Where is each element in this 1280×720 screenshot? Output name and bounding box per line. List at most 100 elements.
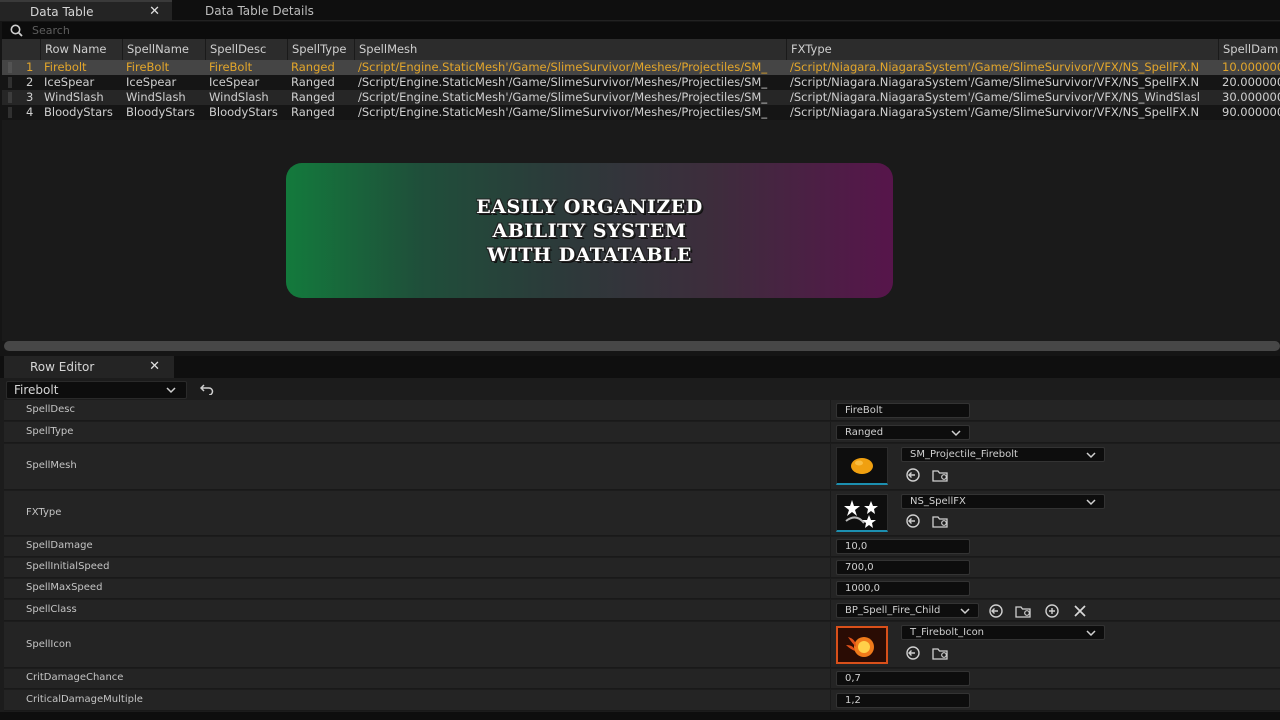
cell-row-name: Firebolt — [44, 60, 87, 74]
banner-line-2: ABILITY SYSTEM — [492, 219, 687, 242]
column-header-spell-name[interactable]: SpellName — [122, 39, 205, 60]
browse-icon[interactable] — [932, 514, 950, 528]
property-label: SpellDamage — [26, 540, 93, 551]
property-row-spell-initial-speed: SpellInitialSpeed 700,0 — [4, 558, 1280, 578]
cell-spell-damage: 90.000000 — [1222, 105, 1280, 119]
close-icon[interactable]: ✕ — [149, 359, 160, 374]
crit-damage-chance-field[interactable]: 0,7 — [836, 671, 970, 686]
table-row[interactable]: 2 IceSpear IceSpear IceSpear Ranged /Scr… — [2, 75, 1280, 90]
stars-fx-icon — [844, 499, 878, 528]
cell-row-name: BloodyStars — [44, 105, 113, 119]
add-icon[interactable] — [1044, 604, 1060, 618]
row-index: 3 — [26, 90, 34, 104]
table-row[interactable]: 3 WindSlash WindSlash WindSlash Ranged /… — [2, 90, 1280, 105]
tab-row-editor-label: Row Editor — [30, 360, 95, 374]
tab-data-table-details-label: Data Table Details — [205, 3, 314, 18]
drag-handle-icon[interactable] — [8, 107, 12, 118]
tab-data-table[interactable]: Data Table ✕ — [0, 0, 172, 21]
spell-type-value: Ranged — [845, 427, 884, 438]
row-index: 1 — [26, 60, 34, 74]
reset-arrow-icon[interactable] — [200, 383, 214, 395]
spell-desc-field[interactable]: FireBolt — [836, 403, 970, 418]
fx-type-asset-picker[interactable]: NS_SpellFX — [901, 494, 1105, 509]
tab-data-table-details[interactable]: Data Table Details — [175, 0, 365, 21]
use-selected-icon[interactable] — [905, 514, 921, 528]
tab-row-editor[interactable]: Row Editor ✕ — [4, 356, 174, 378]
column-divider — [830, 622, 831, 667]
column-divider — [830, 669, 831, 688]
close-icon[interactable]: ✕ — [149, 4, 160, 19]
orange-sphere-icon — [851, 457, 873, 474]
use-selected-icon[interactable] — [905, 468, 921, 482]
cell-spell-desc: BloodyStars — [209, 105, 278, 119]
spell-max-speed-field[interactable]: 1000,0 — [836, 581, 970, 596]
critical-damage-multiple-field[interactable]: 1,2 — [836, 693, 970, 708]
spell-damage-field[interactable]: 10,0 — [836, 539, 970, 554]
cell-spell-name: FireBolt — [126, 60, 170, 74]
spell-icon-asset-picker[interactable]: T_Firebolt_Icon — [901, 625, 1105, 640]
tab-data-table-label: Data Table — [30, 4, 94, 19]
column-divider — [830, 444, 831, 489]
table-row[interactable]: 4 BloodyStars BloodyStars BloodyStars Ra… — [2, 105, 1280, 120]
promo-banner: EASILY ORGANIZED ABILITY SYSTEM WITH DAT… — [286, 163, 893, 298]
search-input[interactable] — [32, 24, 532, 37]
fx-type-value: NS_SpellFX — [910, 496, 966, 507]
column-divider — [830, 600, 831, 620]
document-tab-bar: Data Table ✕ Data Table Details — [0, 0, 1280, 21]
cell-spell-name: IceSpear — [126, 75, 177, 89]
use-selected-icon[interactable] — [988, 604, 1004, 618]
cell-spell-mesh: /Script/Engine.StaticMesh'/Game/SlimeSur… — [358, 75, 768, 89]
row-selector-dropdown[interactable]: Firebolt — [6, 381, 187, 399]
property-row-fx-type: FXType NS_SpellFX — [4, 491, 1280, 536]
spell-icon-thumbnail[interactable] — [836, 626, 888, 664]
cell-spell-mesh: /Script/Engine.StaticMesh'/Game/SlimeSur… — [358, 90, 768, 104]
browse-icon[interactable] — [1015, 604, 1033, 618]
drag-handle-icon[interactable] — [8, 77, 12, 88]
property-row-spell-type: SpellType Ranged — [4, 422, 1280, 443]
spell-type-dropdown[interactable]: Ranged — [836, 425, 970, 440]
chevron-down-icon — [1086, 499, 1096, 506]
use-selected-icon[interactable] — [905, 646, 921, 660]
cell-spell-desc: WindSlash — [209, 90, 269, 104]
property-row-spell-mesh: SpellMesh SM_Projectile_Firebolt — [4, 444, 1280, 490]
fx-type-thumbnail[interactable] — [836, 494, 888, 532]
property-label: SpellClass — [26, 604, 77, 615]
drag-handle-icon[interactable] — [8, 62, 12, 73]
spell-class-picker[interactable]: BP_Spell_Fire_Child — [836, 603, 979, 618]
table-row[interactable]: 1 Firebolt FireBolt FireBolt Ranged /Scr… — [2, 60, 1280, 75]
clear-icon[interactable] — [1073, 604, 1087, 618]
column-header-fx-type[interactable]: FXType — [786, 39, 1218, 60]
property-label: FXType — [26, 507, 62, 518]
browse-icon[interactable] — [932, 468, 950, 482]
cell-spell-desc: IceSpear — [209, 75, 260, 89]
cell-spell-mesh: /Script/Engine.StaticMesh'/Game/SlimeSur… — [358, 60, 768, 74]
cell-spell-damage: 10.000000 — [1222, 60, 1280, 74]
chevron-down-icon — [1086, 452, 1096, 459]
drag-handle-icon[interactable] — [8, 92, 12, 103]
cell-spell-type: Ranged — [291, 105, 335, 119]
spell-mesh-thumbnail[interactable] — [836, 447, 888, 485]
column-divider — [830, 690, 831, 710]
spell-mesh-value: SM_Projectile_Firebolt — [910, 449, 1018, 460]
spell-initial-speed-field[interactable]: 700,0 — [836, 560, 970, 575]
row-selector-value: Firebolt — [14, 383, 59, 397]
column-header-spell-mesh[interactable]: SpellMesh — [354, 39, 786, 60]
banner-line-1: EASILY ORGANIZED — [476, 195, 703, 218]
cell-spell-name: WindSlash — [126, 90, 186, 104]
column-header-spell-type[interactable]: SpellType — [287, 39, 354, 60]
column-header-spell-desc[interactable]: SpellDesc — [205, 39, 287, 60]
column-header-row-name[interactable]: Row Name — [40, 39, 122, 60]
row-editor-tab-bar: Row Editor ✕ — [0, 356, 1280, 378]
spell-mesh-asset-picker[interactable]: SM_Projectile_Firebolt — [901, 447, 1105, 462]
cell-fx-type: /Script/Niagara.NiagaraSystem'/Game/Slim… — [790, 75, 1200, 89]
cell-fx-type: /Script/Niagara.NiagaraSystem'/Game/Slim… — [790, 90, 1200, 104]
table-horizontal-scrollbar[interactable] — [4, 341, 1280, 351]
browse-icon[interactable] — [932, 646, 950, 660]
fireball-icon — [846, 637, 874, 657]
property-row-critical-damage-multiple: CriticalDamageMultiple 1,2 — [4, 690, 1280, 711]
property-label: SpellDesc — [26, 404, 75, 415]
property-label: SpellType — [26, 426, 74, 437]
status-strip — [0, 712, 1280, 720]
column-header-spell-damage[interactable]: SpellDam — [1218, 39, 1280, 60]
search-icon — [10, 24, 23, 37]
